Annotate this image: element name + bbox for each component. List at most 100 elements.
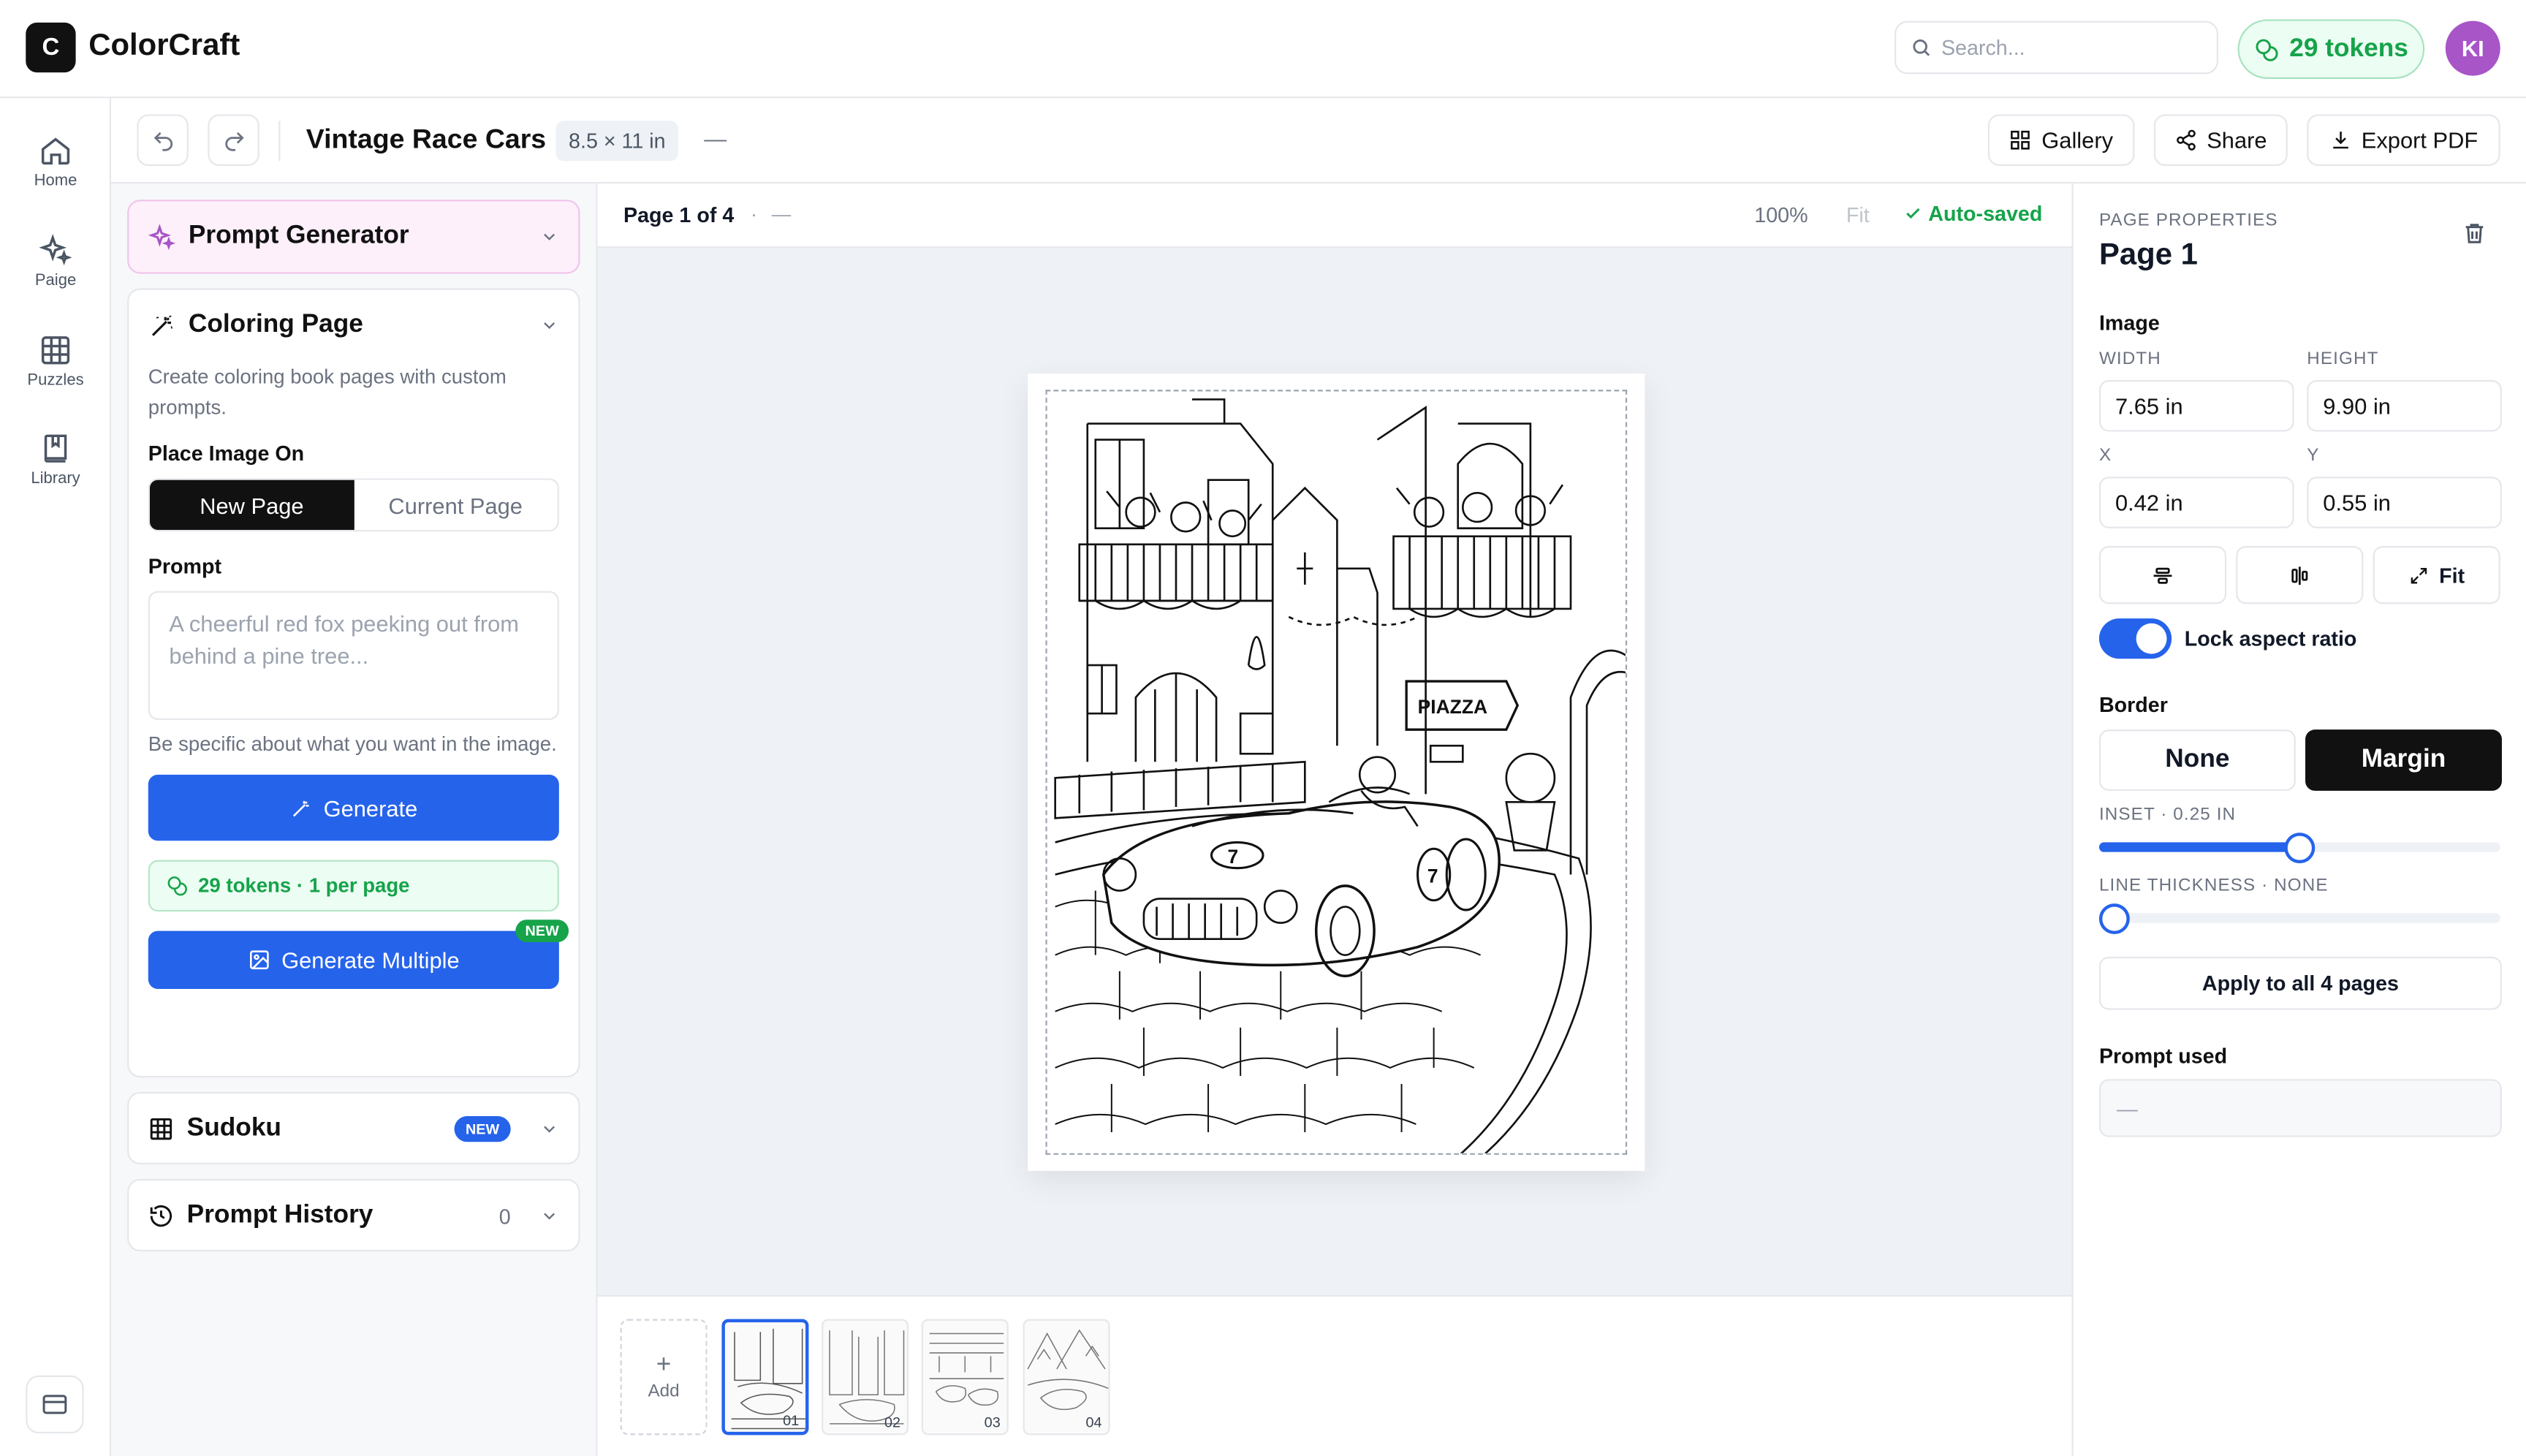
new-page-option[interactable]: New Page bbox=[149, 479, 354, 530]
rail-item-library[interactable]: Library bbox=[0, 432, 111, 488]
page-thumbnail[interactable]: 02 bbox=[822, 1319, 909, 1436]
rail-item-puzzles[interactable]: Puzzles bbox=[0, 333, 111, 390]
prompt-hint: Be specific about what you want in the i… bbox=[148, 732, 557, 756]
download-icon bbox=[2332, 132, 2348, 149]
prompt-textarea[interactable]: A cheerful red fox peeking out from behi… bbox=[148, 591, 559, 720]
search-placeholder: Search... bbox=[1941, 35, 2025, 60]
coloring-page-header[interactable]: Coloring Page bbox=[129, 290, 578, 361]
rail-label-home: Home bbox=[34, 172, 77, 191]
x-field[interactable]: 0.42 in bbox=[2098, 477, 2294, 528]
search-input[interactable]: Search... bbox=[1894, 20, 2219, 75]
inset-slider-fill bbox=[2098, 842, 2300, 852]
race-car-illustration: PIAZZA 7 7 bbox=[1054, 398, 1626, 1153]
prompt-used-label: Prompt used bbox=[2098, 1043, 2228, 1068]
tokens-badge[interactable]: 29 tokens bbox=[2237, 19, 2425, 79]
prompt-history-count: 0 bbox=[498, 1204, 511, 1229]
rail-label-library: Library bbox=[31, 470, 80, 488]
sudoku-card[interactable]: Sudoku NEW bbox=[127, 1091, 580, 1165]
generate-multiple-button[interactable]: Generate Multiple bbox=[148, 930, 559, 989]
thickness-slider[interactable] bbox=[2098, 903, 2500, 935]
apply-all-button[interactable]: Apply to all 4 pages bbox=[2098, 956, 2502, 1010]
page-thumbnail[interactable]: 03 bbox=[921, 1319, 1009, 1436]
rail-label-puzzles: Puzzles bbox=[27, 372, 84, 390]
prompt-generator-card[interactable]: Prompt Generator bbox=[127, 200, 580, 274]
height-field[interactable]: 9.90 in bbox=[2307, 380, 2502, 432]
autosave-label: Auto-saved bbox=[1928, 201, 2043, 226]
search-icon bbox=[1913, 39, 1930, 56]
grid-icon bbox=[41, 336, 70, 365]
logo[interactable]: C bbox=[26, 22, 76, 73]
thickness-slider-handle[interactable] bbox=[2098, 903, 2130, 935]
thickness-label: LINE THICKNESS · NONE bbox=[2098, 876, 2329, 896]
left-panel: Prompt Generator Coloring Page Create co… bbox=[111, 183, 598, 1456]
y-field[interactable]: 0.55 in bbox=[2307, 477, 2502, 528]
fit-zoom-button[interactable]: Fit bbox=[1846, 203, 1870, 227]
canvas-section: Page 1 of 4 · — 100% Fit Auto-saved PIAZ… bbox=[597, 183, 2072, 1456]
y-label: Y bbox=[2307, 446, 2320, 466]
center-vertical-button[interactable] bbox=[2236, 545, 2364, 604]
page-thumbnail[interactable]: 01 bbox=[721, 1319, 809, 1436]
share-button[interactable]: Share bbox=[2153, 114, 2288, 166]
rail-item-home[interactable]: Home bbox=[0, 134, 111, 190]
redo-button[interactable] bbox=[208, 114, 259, 166]
check-icon bbox=[1906, 208, 1920, 219]
rail-item-paige[interactable]: Paige bbox=[0, 233, 111, 290]
prompt-history-title: Prompt History bbox=[186, 1201, 373, 1229]
center-horizontal-button[interactable] bbox=[2098, 545, 2227, 604]
prompt-generator-title: Prompt Generator bbox=[188, 222, 409, 250]
inset-slider-handle[interactable] bbox=[2284, 833, 2316, 864]
generate-multiple-label: Generate Multiple bbox=[281, 947, 460, 973]
properties-page-title: Page 1 bbox=[2098, 238, 2198, 273]
width-field[interactable]: 7.65 in bbox=[2098, 380, 2294, 432]
logo-letter: C bbox=[42, 34, 60, 61]
height-label: HEIGHT bbox=[2307, 349, 2379, 369]
lock-aspect-label: Lock aspect ratio bbox=[2184, 626, 2357, 651]
fit-image-button[interactable]: Fit bbox=[2373, 545, 2500, 604]
plus-icon: + bbox=[656, 1351, 672, 1379]
image-frame[interactable]: PIAZZA 7 7 bbox=[1045, 390, 1628, 1155]
prompt-generator-header[interactable]: Prompt Generator bbox=[129, 201, 578, 272]
delete-page-button[interactable] bbox=[2462, 221, 2487, 254]
coloring-page[interactable]: PIAZZA 7 7 bbox=[1028, 374, 1645, 1171]
canvas-status-bar: Page 1 of 4 · — 100% Fit Auto-saved bbox=[597, 183, 2072, 249]
magic-wand-icon bbox=[292, 800, 309, 816]
sudoku-header[interactable]: Sudoku NEW bbox=[129, 1093, 578, 1164]
current-page-option[interactable]: Current Page bbox=[353, 479, 558, 530]
page-thumbnail[interactable]: 04 bbox=[1023, 1319, 1110, 1436]
document-title[interactable]: Vintage Race Cars bbox=[306, 124, 546, 156]
add-page-button[interactable]: + Add bbox=[620, 1319, 708, 1436]
billing-button[interactable] bbox=[26, 1375, 84, 1434]
inset-slider[interactable] bbox=[2098, 833, 2500, 864]
page-size-chip[interactable]: 8.5 × 11 in bbox=[555, 121, 679, 162]
title-dash: — bbox=[704, 125, 727, 152]
generate-button[interactable]: Generate bbox=[148, 774, 559, 841]
tokens-count: 29 tokens bbox=[2289, 34, 2408, 62]
thumbnail-number: 02 bbox=[884, 1414, 901, 1430]
image-icon bbox=[249, 950, 269, 970]
gallery-button[interactable]: Gallery bbox=[1987, 114, 2135, 166]
border-none-option[interactable]: None bbox=[2098, 729, 2296, 791]
zoom-level[interactable]: 100% bbox=[1754, 203, 1808, 227]
lock-aspect-toggle[interactable] bbox=[2098, 618, 2172, 659]
page-indicator: Page 1 of 4 bbox=[623, 202, 735, 227]
chevron-down-icon bbox=[544, 322, 555, 330]
image-section-label: Image bbox=[2098, 311, 2160, 335]
expand-icon bbox=[2411, 566, 2427, 583]
place-image-label: Place Image On bbox=[148, 441, 305, 466]
prompt-history-card[interactable]: Prompt History 0 bbox=[127, 1178, 580, 1252]
book-icon bbox=[44, 434, 67, 463]
avatar[interactable]: KI bbox=[2445, 20, 2500, 76]
coins-icon bbox=[2256, 38, 2278, 61]
sudoku-title: Sudoku bbox=[186, 1114, 281, 1142]
car-number-hood: 7 bbox=[1228, 846, 1239, 868]
sparkle-icon bbox=[148, 223, 176, 249]
inset-label: INSET · 0.25 IN bbox=[2098, 805, 2237, 825]
gallery-label: Gallery bbox=[2041, 127, 2114, 153]
sudoku-new-badge: NEW bbox=[454, 1116, 511, 1142]
chevron-down-icon bbox=[544, 1213, 555, 1220]
prompt-history-header[interactable]: Prompt History 0 bbox=[129, 1180, 578, 1251]
undo-button[interactable] bbox=[137, 114, 189, 166]
export-pdf-button[interactable]: Export PDF bbox=[2307, 114, 2500, 166]
prompt-used-field: — bbox=[2098, 1079, 2502, 1137]
border-margin-option[interactable]: Margin bbox=[2305, 729, 2502, 791]
